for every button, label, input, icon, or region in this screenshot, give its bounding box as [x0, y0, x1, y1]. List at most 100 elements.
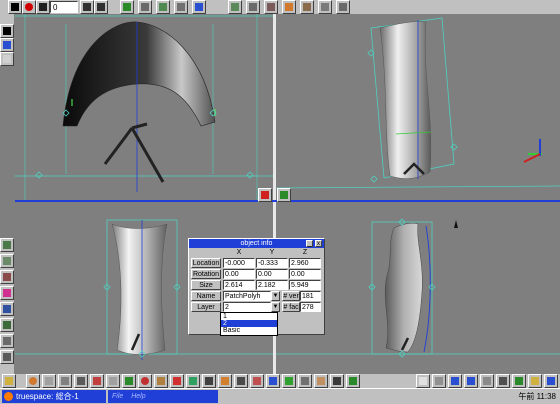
rotation-label: Rotation	[191, 269, 221, 279]
frame-field[interactable]: 0	[50, 1, 78, 13]
viewport-perspective[interactable]	[276, 14, 560, 200]
size-x-field[interactable]: 2.614	[223, 280, 255, 290]
cone-icon[interactable]	[74, 374, 88, 388]
rotation-y-field[interactable]: 0.00	[256, 269, 288, 279]
undo-icon[interactable]	[512, 374, 526, 388]
stop-button[interactable]	[8, 0, 22, 14]
location-y-field[interactable]: -0.333	[256, 258, 288, 268]
left-toolbar-bottom	[0, 238, 14, 376]
lock-icon[interactable]	[480, 374, 494, 388]
render-icon[interactable]	[138, 0, 152, 14]
sweep-icon[interactable]	[122, 374, 136, 388]
rotation-x-field[interactable]: 0.00	[223, 269, 255, 279]
home-icon[interactable]	[318, 0, 332, 14]
face-icon[interactable]	[330, 374, 344, 388]
eye-icon[interactable]	[300, 0, 314, 14]
stage-icon[interactable]	[0, 334, 14, 348]
layer-option-1[interactable]: 1	[221, 313, 277, 320]
size-y-field[interactable]: 2.182	[256, 280, 288, 290]
camera-icon[interactable]	[0, 318, 14, 332]
column-header-z: Z	[302, 249, 308, 256]
camera-up-icon[interactable]	[336, 0, 350, 14]
column-header-y: Y	[269, 249, 275, 256]
top-toolbar: 0	[0, 0, 560, 14]
scissors-icon[interactable]	[282, 0, 296, 14]
layer-dropdown-chevron-icon[interactable]: ▼	[271, 302, 280, 312]
bottom-toolbar	[0, 374, 560, 388]
size-z-field[interactable]: 5.949	[289, 280, 321, 290]
name-dropdown-chevron-icon[interactable]: ▼	[271, 291, 280, 301]
palette-icon[interactable]	[0, 286, 14, 300]
close-icon[interactable]: x	[315, 240, 322, 247]
cut-tool-icon[interactable]	[264, 0, 278, 14]
rotation-z-field[interactable]: 0.00	[289, 269, 321, 279]
particle-icon[interactable]	[250, 374, 264, 388]
system-clock: 午前 11:38	[518, 392, 556, 401]
menu-file[interactable]: File	[112, 393, 123, 400]
truespace-app-icon	[4, 392, 13, 401]
record-button[interactable]	[22, 0, 36, 14]
step-back-button[interactable]	[80, 0, 94, 14]
mirror-icon[interactable]	[106, 374, 120, 388]
text-icon[interactable]	[202, 374, 216, 388]
material-swatch-icon[interactable]	[0, 38, 14, 52]
grid-snap-icon[interactable]	[448, 374, 462, 388]
step-forward-button[interactable]	[94, 0, 108, 14]
folder-icon[interactable]	[2, 374, 16, 388]
paint-tool-icon[interactable]	[192, 0, 206, 14]
verts-value: 181	[300, 291, 321, 301]
layer-option-basic[interactable]: Basic	[221, 327, 277, 334]
size-label: Size	[191, 280, 221, 290]
grid-lines-icon[interactable]	[464, 374, 478, 388]
cylinder-icon[interactable]	[42, 374, 56, 388]
redo-icon[interactable]	[528, 374, 542, 388]
head-icon[interactable]	[314, 374, 328, 388]
plane-icon[interactable]	[58, 374, 72, 388]
key-tool-icon[interactable]	[174, 0, 188, 14]
animation-icon[interactable]	[120, 0, 134, 14]
light-icon[interactable]	[0, 302, 14, 316]
view-perspective-icon[interactable]	[277, 188, 291, 202]
boolean-icon[interactable]	[138, 374, 152, 388]
menu-help[interactable]: Help	[131, 393, 145, 400]
properties-icon[interactable]	[0, 52, 14, 66]
torus-icon[interactable]	[90, 374, 104, 388]
color-swatch-icon[interactable]	[0, 24, 14, 38]
view-render-icon[interactable]	[258, 188, 272, 202]
move-icon[interactable]	[432, 374, 446, 388]
name-field[interactable]: PatchPolyh	[223, 291, 271, 301]
location-z-field[interactable]: 2.960	[289, 258, 321, 268]
script-icon[interactable]	[0, 350, 14, 364]
path-icon[interactable]	[282, 374, 296, 388]
sphere-icon[interactable]	[26, 374, 40, 388]
paint-library-icon[interactable]	[0, 270, 14, 284]
left-toolbar-top	[0, 14, 14, 66]
help-icon[interactable]	[544, 374, 558, 388]
edit-tool-icon[interactable]	[228, 0, 242, 14]
layer-option-2[interactable]: 2	[221, 320, 277, 327]
nurbs-icon[interactable]	[218, 374, 232, 388]
metaball-icon[interactable]	[234, 374, 248, 388]
spline-icon[interactable]	[186, 374, 200, 388]
viewport-front[interactable]	[15, 14, 273, 200]
material-library-icon[interactable]	[0, 254, 14, 268]
deform-tool-icon[interactable]	[246, 0, 260, 14]
minimize-icon[interactable]: _	[306, 240, 313, 247]
location-label: Location	[191, 258, 221, 268]
location-x-field[interactable]: -0.000	[223, 258, 255, 268]
grid-icon[interactable]	[266, 374, 280, 388]
taskbar-truespace-item[interactable]: truespace: 総合-1	[2, 390, 106, 403]
cross-icon[interactable]	[496, 374, 510, 388]
select-icon[interactable]	[416, 374, 430, 388]
play-button[interactable]	[36, 0, 50, 14]
polygon-icon[interactable]	[170, 374, 184, 388]
figure-icon[interactable]	[298, 374, 312, 388]
taskbar-item-label: truespace: 総合-1	[16, 392, 79, 401]
stamp-icon[interactable]	[346, 374, 360, 388]
layer-label: Layer	[191, 302, 221, 312]
object-tool-icon[interactable]	[156, 0, 170, 14]
layer-select[interactable]: 2	[223, 302, 271, 312]
layer-dropdown-list: 1 2 Basic	[220, 312, 278, 336]
lathe-icon[interactable]	[154, 374, 168, 388]
object-library-icon[interactable]	[0, 238, 14, 252]
